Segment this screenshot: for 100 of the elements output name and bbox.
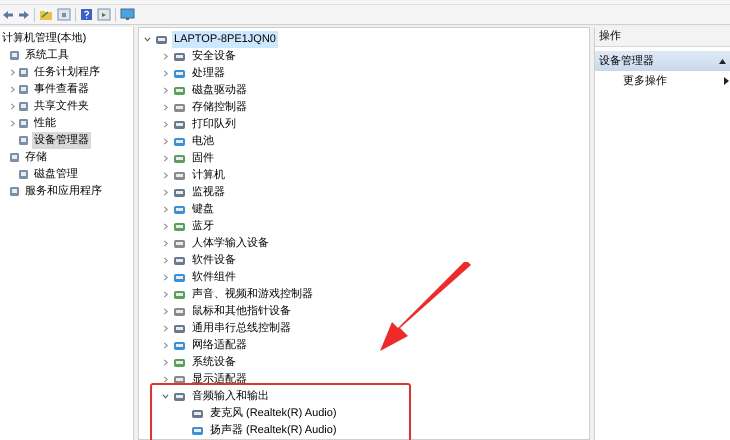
chevron-right-icon[interactable] [9, 86, 16, 93]
collapse-icon[interactable] [719, 58, 726, 64]
chevron-right-icon[interactable] [162, 206, 169, 213]
tool-icon [18, 67, 29, 78]
tree-item[interactable]: 电池 [190, 133, 216, 150]
chevron-right-icon[interactable] [162, 325, 169, 332]
chevron-right-icon[interactable] [162, 70, 169, 77]
chevron-right-icon[interactable] [162, 189, 169, 196]
actions-header: 操作 [595, 27, 730, 47]
chevron-down-icon[interactable] [162, 393, 169, 400]
tree-item[interactable]: 通用串行总线控制器 [190, 320, 293, 337]
tool-icon [18, 135, 29, 146]
chevron-right-icon[interactable] [162, 376, 169, 383]
panel-icon[interactable] [97, 8, 111, 22]
device-icon [173, 84, 186, 96]
action-link[interactable]: 更多操作 [623, 72, 667, 90]
tool-icon [9, 152, 20, 163]
tree-item[interactable]: 键盘 [190, 201, 216, 218]
tree-item[interactable]: 存储控制器 [190, 99, 249, 116]
tree-item[interactable]: 音频输入和输出 [190, 388, 271, 405]
chevron-right-icon[interactable] [162, 308, 169, 315]
tree-item[interactable]: 声音、视频和游戏控制器 [190, 286, 315, 303]
device-icon [173, 220, 186, 232]
device-icon [173, 68, 186, 80]
help-icon[interactable] [80, 8, 93, 22]
device-icon [173, 102, 186, 114]
tree-item[interactable]: 处理器 [190, 65, 227, 82]
tree-item[interactable]: 软件组件 [190, 269, 238, 286]
tree-item[interactable]: 设备管理器 [32, 132, 91, 149]
chevron-right-icon[interactable] [9, 120, 16, 127]
tree-item[interactable]: 人体学输入设备 [190, 235, 271, 252]
chevron-down-icon[interactable] [144, 36, 151, 43]
tree-item[interactable]: 磁盘驱动器 [190, 82, 249, 99]
chevron-right-icon[interactable] [162, 172, 169, 179]
tree-item[interactable]: 监视器 [190, 184, 227, 201]
device-icon [173, 186, 186, 198]
tree-item[interactable]: 安全设备 [190, 48, 238, 65]
folder-icon[interactable] [39, 8, 53, 22]
tree-item[interactable]: 系统设备 [190, 354, 238, 371]
tree-item[interactable]: 网络适配器 [190, 337, 249, 354]
device-icon [173, 306, 186, 318]
device-icon [173, 374, 186, 386]
device-icon [173, 356, 186, 368]
chevron-right-icon[interactable] [162, 342, 169, 349]
chevron-right-icon[interactable] [162, 138, 169, 145]
chevron-right-icon[interactable] [162, 223, 169, 230]
tree-item[interactable]: 事件查看器 [32, 81, 91, 98]
chevron-right-icon[interactable] [162, 257, 169, 264]
panel-icon[interactable] [57, 8, 71, 22]
monitor-icon[interactable] [120, 8, 135, 22]
device-icon [173, 238, 186, 250]
chevron-right-icon[interactable] [162, 274, 169, 281]
device-icon [173, 288, 186, 300]
chevron-right-icon[interactable] [9, 69, 16, 76]
tree-item[interactable]: LAPTOP-8PE1JQN0 [172, 31, 278, 48]
tree-item[interactable]: 扬声器 (Realtek(R) Audio) [208, 422, 339, 439]
device-icon [155, 34, 168, 46]
tree-item[interactable]: 固件 [190, 150, 216, 167]
chevron-right-icon[interactable] [162, 121, 169, 128]
tree-item[interactable]: 共享文件夹 [32, 98, 91, 115]
tree-item[interactable]: 任务计划程序 [32, 64, 102, 81]
device-icon [173, 390, 186, 402]
tree-item[interactable]: 鼠标和其他指针设备 [190, 303, 293, 320]
chevron-right-icon[interactable] [162, 53, 169, 60]
tree-item[interactable]: 性能 [32, 115, 58, 132]
tree-item[interactable]: 磁盘管理 [32, 166, 80, 183]
device-icon [173, 322, 186, 334]
tree-item[interactable]: 打印队列 [190, 116, 238, 133]
back-icon[interactable] [2, 10, 14, 20]
chevron-right-icon[interactable] [162, 240, 169, 247]
tree-item[interactable]: 计算机 [190, 167, 227, 184]
tree-item[interactable]: 显示适配器 [190, 371, 249, 388]
tool-icon [18, 84, 29, 95]
device-icon [173, 204, 186, 216]
tool-icon [9, 186, 20, 197]
tool-icon [18, 118, 29, 129]
tree-item[interactable]: 存储 [23, 149, 49, 166]
device-icon [173, 170, 186, 182]
chevron-right-icon[interactable] [162, 87, 169, 94]
tree-item[interactable]: 服务和应用程序 [23, 183, 104, 200]
tree-item[interactable]: 麦克风 (Realtek(R) Audio) [208, 405, 339, 422]
device-icon [191, 408, 204, 420]
device-icon [173, 272, 186, 284]
chevron-right-icon[interactable] [9, 103, 16, 110]
tool-icon [18, 101, 29, 112]
chevron-right-icon[interactable] [162, 104, 169, 111]
chevron-right-icon[interactable] [162, 291, 169, 298]
tree-item[interactable]: 计算机管理(本地) [0, 30, 88, 47]
chevron-right-icon[interactable] [162, 359, 169, 366]
forward-icon[interactable] [18, 10, 30, 20]
device-icon [173, 118, 186, 130]
tree-item[interactable]: 系统工具 [23, 47, 71, 64]
tree-item[interactable]: 软件设备 [190, 252, 238, 269]
tree-item[interactable]: 蓝牙 [190, 218, 216, 235]
chevron-right-icon[interactable] [162, 155, 169, 162]
device-icon [191, 424, 204, 436]
device-icon [173, 254, 186, 266]
section-header[interactable]: 设备管理器 [595, 51, 730, 71]
submenu-arrow-icon [724, 77, 729, 85]
device-icon [173, 152, 186, 164]
